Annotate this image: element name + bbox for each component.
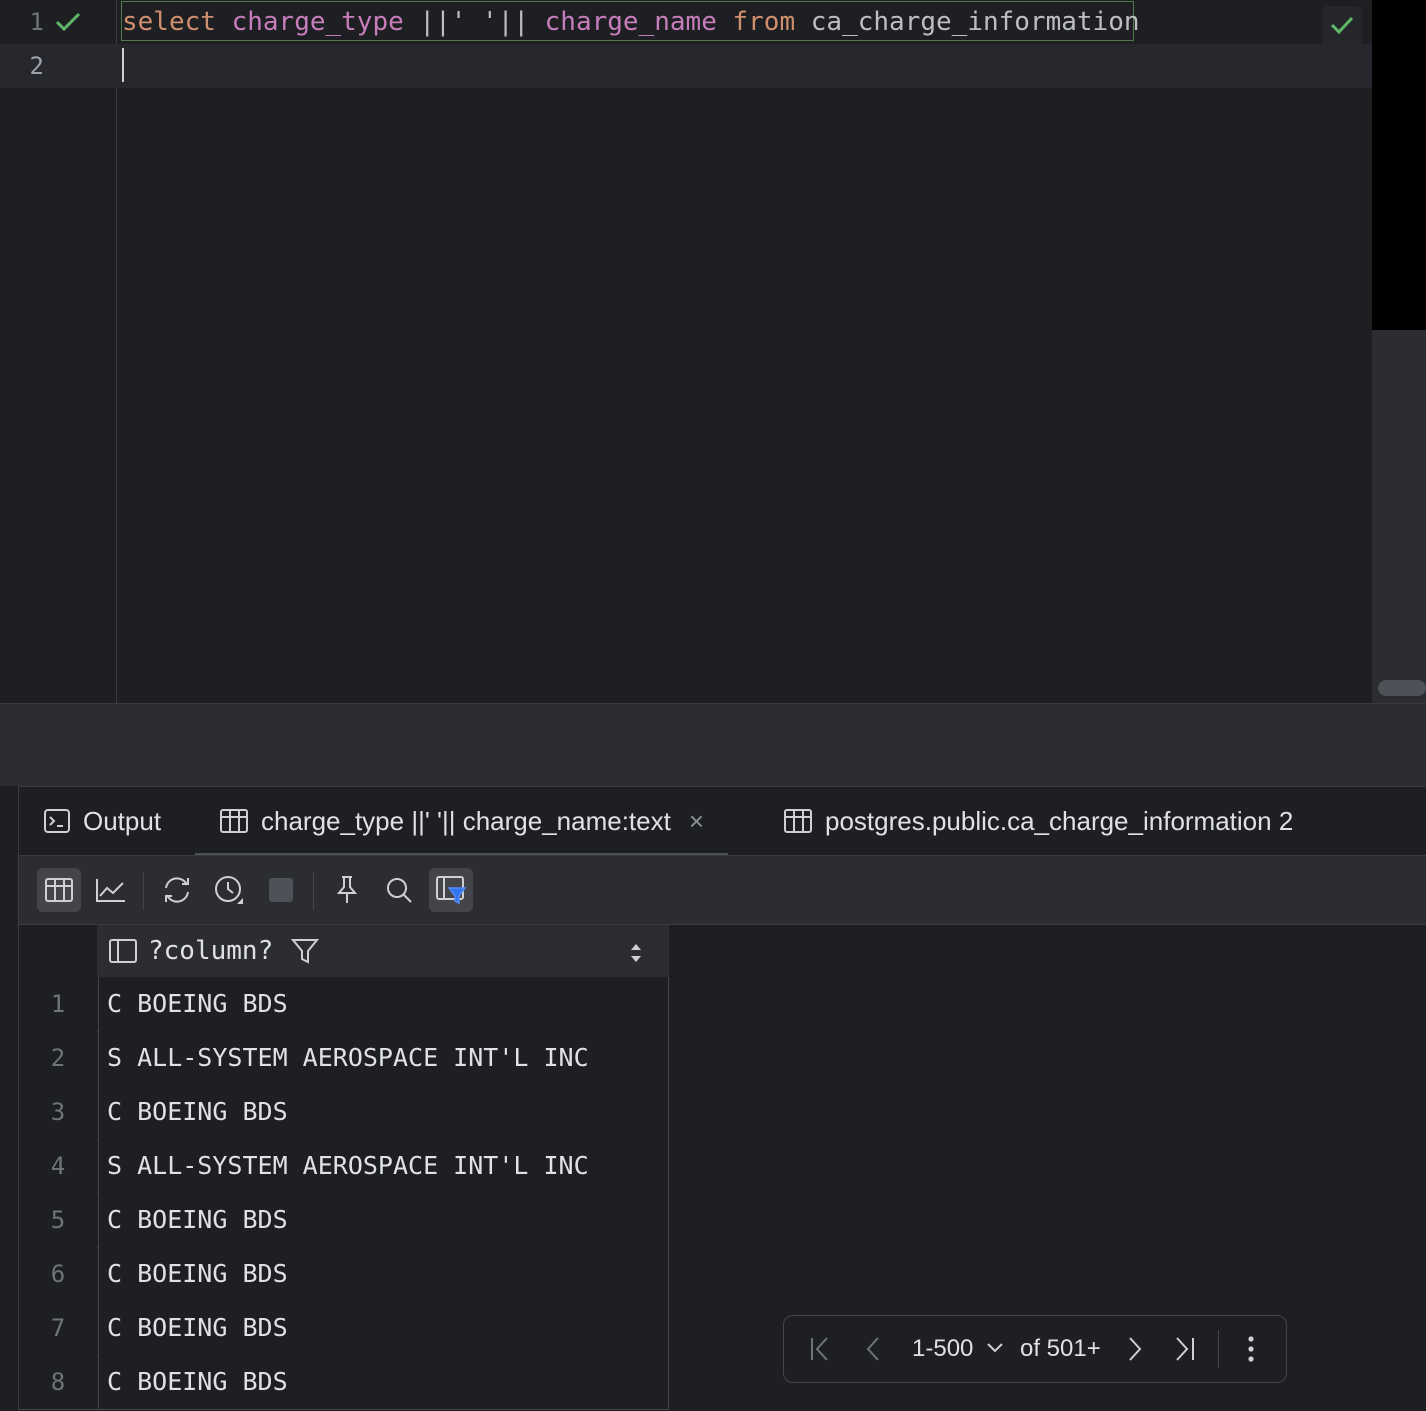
first-page-icon[interactable] — [804, 1316, 838, 1382]
stop-icon[interactable] — [259, 868, 303, 912]
toolbar-separator — [313, 872, 314, 910]
table-view-icon[interactable] — [37, 868, 81, 912]
tab-table-view[interactable]: postgres.public.ca_charge_information 2 — [783, 787, 1293, 855]
console-icon — [43, 808, 71, 834]
table-row[interactable]: 1C BOEING BDS — [19, 977, 669, 1032]
gutter-divider — [116, 0, 117, 703]
table-row[interactable]: 5C BOEING BDS — [19, 1193, 669, 1248]
toolbar-separator — [143, 872, 144, 910]
history-icon[interactable] — [207, 868, 251, 912]
table-cell[interactable]: S ALL-SYSTEM AEROSPACE INT'L INC — [98, 1139, 669, 1193]
table-row[interactable]: 7C BOEING BDS — [19, 1301, 669, 1356]
sort-icon[interactable] — [629, 940, 643, 971]
close-tab-icon[interactable]: × — [689, 806, 704, 837]
filter-view-icon[interactable] — [429, 868, 473, 912]
table-row[interactable]: 4S ALL-SYSTEM AEROSPACE INT'L INC — [19, 1139, 669, 1194]
pager-separator — [1218, 1330, 1219, 1368]
chevron-down-icon[interactable] — [986, 1341, 1004, 1360]
table-cell[interactable]: S ALL-SYSTEM AEROSPACE INT'L INC — [98, 1031, 669, 1085]
sql-keyword: from — [732, 7, 796, 37]
tab-label: Output — [83, 805, 162, 836]
table-row[interactable]: 2S ALL-SYSTEM AEROSPACE INT'L INC — [19, 1031, 669, 1086]
row-number: 2 — [19, 1031, 97, 1085]
text-caret — [122, 48, 124, 82]
inspection-status-check-icon[interactable] — [1322, 6, 1362, 46]
tab-query-result[interactable]: charge_type ||' '|| charge_name:text × — [195, 787, 729, 857]
column-header[interactable]: ?column? — [98, 925, 669, 977]
table-cell[interactable]: C BOEING BDS — [98, 977, 669, 1031]
editor-vertical-scrollbar[interactable] — [1372, 0, 1426, 703]
tab-label: postgres.public.ca_charge_information 2 — [825, 805, 1294, 836]
sql-identifier: charge_type — [231, 7, 404, 37]
refresh-icon[interactable] — [155, 868, 199, 912]
last-page-icon[interactable] — [1168, 1316, 1202, 1382]
table-cell[interactable]: C BOEING BDS — [98, 1355, 669, 1409]
table-row[interactable]: 6C BOEING BDS — [19, 1247, 669, 1302]
row-number: 1 — [19, 977, 97, 1031]
panel-splitter[interactable] — [0, 703, 1426, 786]
tab-output[interactable]: Output — [43, 787, 161, 855]
sql-statement[interactable]: select charge_type ||' '|| charge_name f… — [122, 0, 1140, 44]
editor-line-1[interactable]: 1 select charge_type ||' '|| charge_name… — [0, 0, 1372, 44]
search-icon[interactable] — [377, 868, 421, 912]
chart-view-icon[interactable] — [89, 868, 133, 912]
sql-identifier: charge_name — [544, 7, 717, 37]
sql-concat-expression: ||' '|| — [419, 7, 529, 37]
table-cell[interactable]: C BOEING BDS — [98, 1247, 669, 1301]
sql-keyword: select — [122, 7, 216, 37]
total-rows: of 501+ — [1020, 1335, 1101, 1362]
row-number: 7 — [19, 1301, 97, 1355]
sql-editor[interactable]: 1 select charge_type ||' '|| charge_name… — [0, 0, 1372, 703]
row-number: 5 — [19, 1193, 97, 1247]
results-panel: Output charge_type ||' '|| charge_name:t… — [18, 786, 1426, 1411]
table-row[interactable]: 3C BOEING BDS — [19, 1085, 669, 1140]
table-cell[interactable]: C BOEING BDS — [98, 1301, 669, 1355]
scrollbar-thumb[interactable] — [1372, 0, 1426, 330]
pagination-bar: 1-500 of 501+ — [783, 1315, 1287, 1383]
line-number: 1 — [29, 8, 44, 36]
previous-page-icon[interactable] — [856, 1316, 890, 1382]
statement-ok-check-icon — [54, 10, 84, 34]
filter-icon[interactable] — [291, 937, 320, 965]
editor-line-2[interactable]: 2 — [0, 44, 1372, 88]
table-cell[interactable]: C BOEING BDS — [98, 1193, 669, 1247]
more-options-icon[interactable] — [1236, 1316, 1266, 1382]
table-icon — [783, 808, 813, 834]
grid-header: ?column? — [19, 925, 669, 977]
table-row[interactable]: 8C BOEING BDS — [19, 1355, 669, 1410]
row-number: 6 — [19, 1247, 97, 1301]
row-number: 4 — [19, 1139, 97, 1193]
sql-table-name: ca_charge_information — [810, 7, 1140, 37]
tab-label: charge_type ||' '|| charge_name:text — [261, 805, 671, 836]
pin-icon[interactable] — [325, 868, 369, 912]
line-number: 2 — [29, 52, 44, 80]
table-icon — [219, 808, 249, 834]
editor-horizontal-scrollbar-thumb[interactable] — [1378, 680, 1426, 696]
row-number: 8 — [19, 1355, 97, 1409]
results-toolbar — [19, 856, 1426, 925]
row-number: 3 — [19, 1085, 97, 1139]
column-icon — [108, 938, 138, 964]
row-header-corner — [19, 925, 97, 977]
page-range[interactable]: 1-500 — [912, 1316, 973, 1382]
column-name: ?column? — [148, 936, 274, 966]
next-page-icon[interactable] — [1118, 1316, 1152, 1382]
table-cell[interactable]: C BOEING BDS — [98, 1085, 669, 1139]
